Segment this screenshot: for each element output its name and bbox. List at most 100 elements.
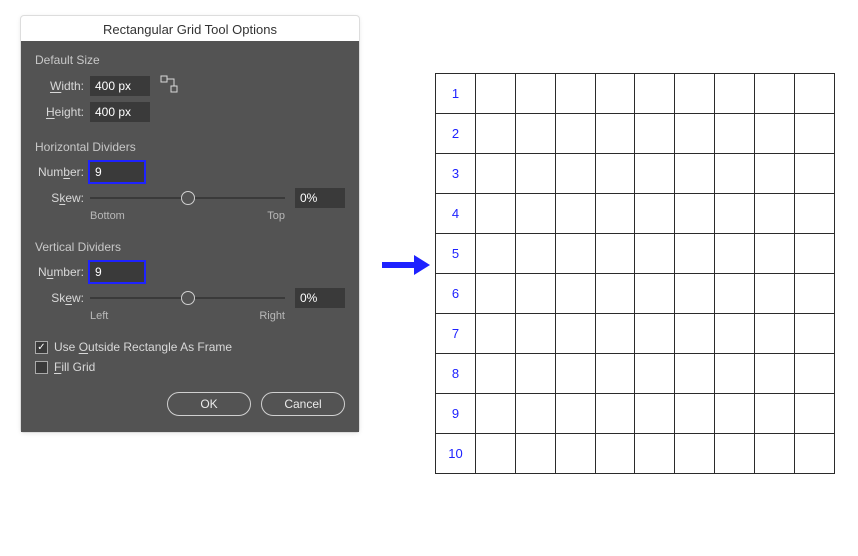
grid-cell <box>595 234 635 274</box>
grid-cell <box>675 314 715 354</box>
v-skew-row: Skew: <box>35 288 345 308</box>
grid-cell <box>675 394 715 434</box>
h-skew-slider[interactable] <box>90 189 285 207</box>
default-size-group: Default Size Width: Height: <box>35 53 345 122</box>
vertical-heading: Vertical Dividers <box>35 240 345 254</box>
grid-cell <box>795 314 835 354</box>
table-row: 8 <box>436 354 835 394</box>
v-number-input[interactable] <box>90 262 144 282</box>
grid-cell <box>635 394 675 434</box>
v-skew-value[interactable] <box>295 288 345 308</box>
grid-cell <box>555 74 595 114</box>
width-label: Width: <box>35 79 90 93</box>
v-skew-right: Right <box>259 310 285 322</box>
grid-cell <box>755 234 795 274</box>
grid-cell <box>755 114 795 154</box>
outside-rect-checkbox[interactable]: ✓ <box>35 341 48 354</box>
grid-cell <box>795 194 835 234</box>
grid-cell <box>515 394 555 434</box>
grid-cell: 7 <box>436 314 476 354</box>
grid-tool-dialog: Rectangular Grid Tool Options Default Si… <box>20 15 360 433</box>
grid-cell <box>595 194 635 234</box>
grid-cell: 5 <box>436 234 476 274</box>
grid-cell <box>715 354 755 394</box>
grid-cell <box>795 434 835 474</box>
v-skew-slider[interactable] <box>90 289 285 307</box>
grid-cell <box>515 234 555 274</box>
grid-cell <box>755 74 795 114</box>
grid-cell <box>715 154 755 194</box>
grid-cell <box>555 434 595 474</box>
v-skew-label: Skew: <box>35 291 90 305</box>
grid-cell <box>715 114 755 154</box>
grid-cell <box>555 314 595 354</box>
h-skew-left: Bottom <box>90 210 125 222</box>
grid-cell <box>635 74 675 114</box>
grid-cell: 4 <box>436 194 476 234</box>
grid-cell <box>595 314 635 354</box>
width-input[interactable] <box>90 76 150 96</box>
grid-cell <box>715 394 755 434</box>
grid-cell <box>475 114 515 154</box>
grid-cell <box>675 194 715 234</box>
grid-cell <box>715 234 755 274</box>
grid-cell <box>755 434 795 474</box>
grid-cell: 8 <box>436 354 476 394</box>
grid-cell <box>595 154 635 194</box>
outside-rect-label: Use Outside Rectangle As Frame <box>54 340 232 354</box>
grid-cell <box>795 354 835 394</box>
slider-thumb[interactable] <box>181 291 195 305</box>
table-row: 4 <box>436 194 835 234</box>
grid-cell <box>635 154 675 194</box>
grid-cell <box>795 274 835 314</box>
grid-cell <box>675 74 715 114</box>
grid-cell <box>795 74 835 114</box>
grid-cell <box>555 394 595 434</box>
grid-cell <box>755 354 795 394</box>
fill-grid-checkbox[interactable] <box>35 361 48 374</box>
grid-cell <box>595 394 635 434</box>
grid-cell <box>475 314 515 354</box>
grid-preview: 12345678910 <box>435 73 835 473</box>
grid-cell <box>555 274 595 314</box>
grid-cell <box>675 154 715 194</box>
vertical-dividers-group: Vertical Dividers Number: Skew: Left <box>35 240 345 322</box>
arrow-icon <box>380 253 430 282</box>
grid-cell <box>635 114 675 154</box>
h-number-input[interactable] <box>90 162 144 182</box>
grid-cell: 10 <box>436 434 476 474</box>
grid-cell <box>475 394 515 434</box>
grid-cell <box>635 354 675 394</box>
grid-cell: 2 <box>436 114 476 154</box>
outside-rect-row[interactable]: ✓ Use Outside Rectangle As Frame <box>35 340 345 354</box>
height-row: Height: <box>35 102 345 122</box>
cancel-button[interactable]: Cancel <box>261 392 345 416</box>
table-row: 9 <box>436 394 835 434</box>
grid-cell <box>675 354 715 394</box>
grid-cell <box>755 394 795 434</box>
horizontal-dividers-group: Horizontal Dividers Number: Skew: Bottom <box>35 140 345 222</box>
grid-cell <box>755 314 795 354</box>
grid-cell <box>795 154 835 194</box>
grid-cell <box>675 234 715 274</box>
grid-cell <box>515 354 555 394</box>
h-skew-ends: Bottom Top <box>90 210 285 222</box>
h-skew-value[interactable] <box>295 188 345 208</box>
grid-cell <box>635 314 675 354</box>
grid-cell <box>555 354 595 394</box>
constrain-proportions-icon[interactable] <box>160 75 178 96</box>
v-skew-ends: Left Right <box>90 310 285 322</box>
height-input[interactable] <box>90 102 150 122</box>
table-row: 6 <box>436 274 835 314</box>
table-row: 7 <box>436 314 835 354</box>
grid-cell <box>635 434 675 474</box>
fill-grid-row[interactable]: Fill Grid <box>35 360 345 374</box>
slider-thumb[interactable] <box>181 191 195 205</box>
grid-cell <box>595 274 635 314</box>
table-row: 10 <box>436 434 835 474</box>
grid-cell <box>475 274 515 314</box>
dialog-body: Default Size Width: Height: Horizontal D… <box>21 41 359 432</box>
ok-button[interactable]: OK <box>167 392 251 416</box>
grid-cell <box>635 274 675 314</box>
grid-cell: 9 <box>436 394 476 434</box>
